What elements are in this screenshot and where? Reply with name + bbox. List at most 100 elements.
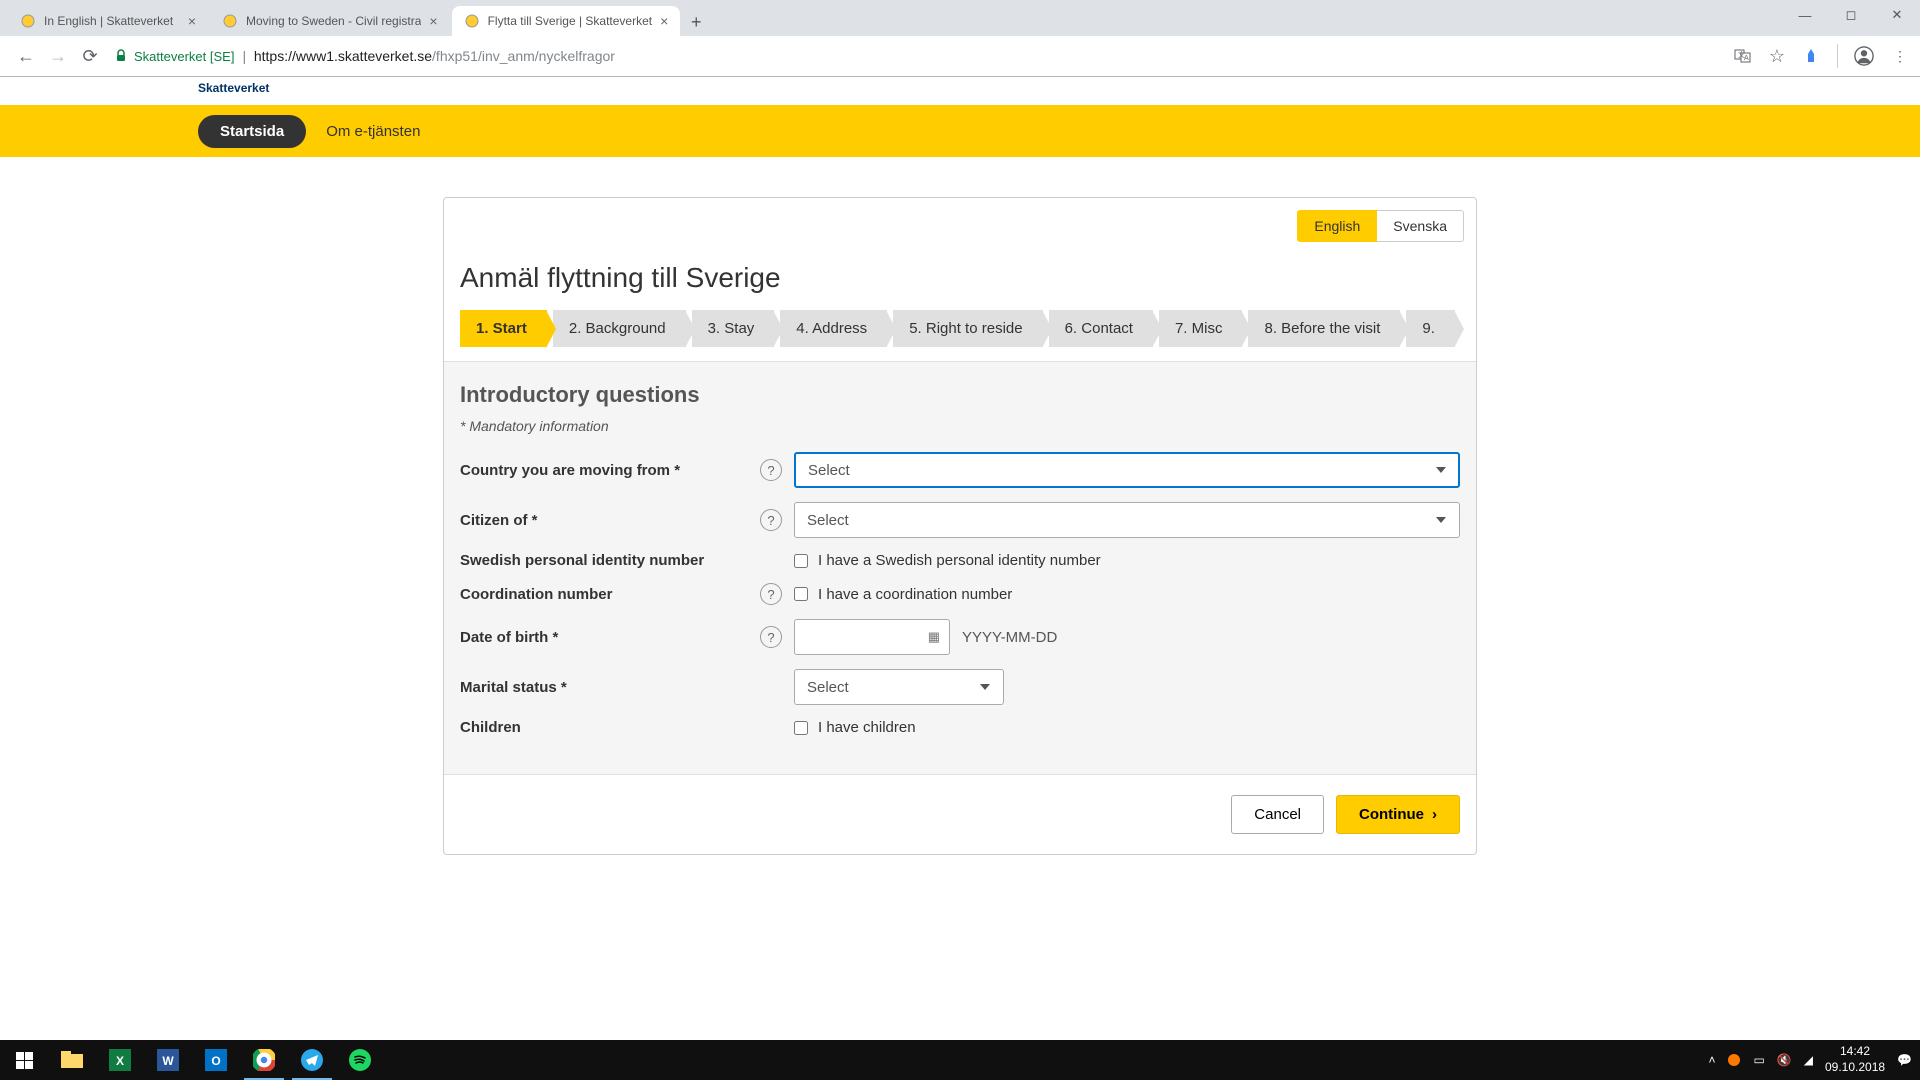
cancel-button[interactable]: Cancel [1231,795,1324,834]
coord-checkbox[interactable] [794,587,808,601]
step-5-right-to-reside[interactable]: 5. Right to reside [893,310,1042,347]
section-title: Introductory questions [460,382,1460,408]
extension-icon[interactable] [1801,46,1821,66]
continue-button[interactable]: Continue› [1336,795,1460,834]
browser-tab-1[interactable]: Moving to Sweden - Civil registra × [210,6,450,36]
taskbar: X W O ˄ ▭ 🔇 ◢ 14:42 09.10.2018 💬 [0,1040,1920,1080]
taskbar-chrome[interactable] [240,1040,288,1080]
taskbar-word[interactable]: W [144,1040,192,1080]
step-6-contact[interactable]: 6. Contact [1049,310,1153,347]
chevron-right-icon: › [1432,806,1437,823]
step-4-address[interactable]: 4. Address [780,310,887,347]
start-button[interactable] [0,1040,48,1080]
close-window-button[interactable]: ✕ [1874,0,1920,30]
close-icon[interactable]: × [429,13,437,29]
svg-text:X: X [116,1054,124,1068]
help-icon[interactable]: ? [760,583,782,605]
page-title: Anmäl flyttning till Sverige [444,254,1476,310]
url-text[interactable]: | https://www1.skatteverket.se/fhxp51/in… [242,48,614,64]
browser-tab-0[interactable]: In English | Skatteverket × [8,6,208,36]
minimize-button[interactable]: — [1782,0,1828,30]
marital-select[interactable]: Select [794,669,1004,705]
svg-text:A: A [1744,55,1749,62]
marital-label: Marital status * [460,679,760,696]
window-controls: — ◻ ✕ [1782,0,1920,30]
secure-badge[interactable]: Skatteverket [SE] [114,49,234,64]
taskbar-telegram[interactable] [288,1040,336,1080]
menu-icon[interactable]: ⋮ [1890,46,1910,66]
tray-volume-icon[interactable]: 🔇 [1777,1053,1792,1067]
taskbar-spotify[interactable] [336,1040,384,1080]
tray-chevron-up-icon[interactable]: ˄ [1708,1053,1715,1067]
profile-icon[interactable] [1854,46,1874,66]
tray-wifi-icon[interactable]: ◢ [1804,1053,1813,1067]
windows-icon [16,1052,33,1069]
dob-input[interactable] [794,619,950,655]
children-label: Children [460,719,760,736]
tab-title: Moving to Sweden - Civil registra [246,14,421,28]
forward-button[interactable]: → [42,40,74,72]
maximize-button[interactable]: ◻ [1828,0,1874,30]
citizen-select[interactable]: Select [794,502,1460,538]
page-viewport[interactable]: Skatteverket Startsida Om e-tjänsten Eng… [0,77,1920,1041]
svg-text:W: W [162,1054,174,1068]
coord-check-label[interactable]: I have a coordination number [818,586,1012,603]
form-area: Introductory questions * Mandatory infor… [444,361,1476,774]
favicon-icon [20,13,36,29]
browser-chrome: In English | Skatteverket × Moving to Sw… [0,0,1920,77]
taskbar-file-explorer[interactable] [48,1040,96,1080]
bookmark-icon[interactable]: ☆ [1769,46,1785,67]
svg-text:O: O [211,1054,220,1068]
pin-label: Swedish personal identity number [460,552,760,569]
citizen-label: Citizen of * [460,512,760,529]
children-check-label[interactable]: I have children [818,719,916,736]
country-select[interactable]: Select [794,452,1460,488]
close-icon[interactable]: × [188,13,196,29]
field-citizen: Citizen of * ? Select [460,502,1460,538]
logo: Skatteverket [0,77,1920,95]
tray-avast-icon[interactable] [1727,1053,1741,1067]
system-tray: ˄ ▭ 🔇 ◢ 14:42 09.10.2018 💬 [1708,1044,1920,1075]
mandatory-note: * Mandatory information [460,418,1460,434]
tab-title: In English | Skatteverket [44,14,180,28]
help-icon[interactable]: ? [760,459,782,481]
browser-tab-2[interactable]: Flytta till Sverige | Skatteverket × [452,6,681,36]
step-2-background[interactable]: 2. Background [553,310,686,347]
coord-label: Coordination number [460,586,760,603]
tray-battery-icon[interactable]: ▭ [1753,1053,1764,1067]
reload-button[interactable]: ⟳ [74,40,106,72]
taskbar-outlook[interactable]: O [192,1040,240,1080]
taskbar-excel[interactable]: X [96,1040,144,1080]
tray-notification-icon[interactable]: 💬 [1897,1053,1912,1067]
lang-english-button[interactable]: English [1297,210,1377,242]
close-icon[interactable]: × [660,13,668,29]
new-tab-button[interactable]: + [682,8,710,36]
content-panel: English Svenska Anmäl flyttning till Sve… [443,197,1477,855]
help-icon[interactable]: ? [760,509,782,531]
step-7-misc[interactable]: 7. Misc [1159,310,1243,347]
nav-om-etjansten[interactable]: Om e-tjänsten [326,123,420,140]
back-button[interactable]: ← [10,40,42,72]
pin-checkbox[interactable] [794,554,808,568]
step-1-start[interactable]: 1. Start [460,310,547,347]
children-checkbox[interactable] [794,721,808,735]
step-8-before-visit[interactable]: 8. Before the visit [1248,310,1400,347]
step-9[interactable]: 9. [1406,310,1455,347]
lang-svenska-button[interactable]: Svenska [1377,210,1464,242]
favicon-icon [464,13,480,29]
help-icon[interactable]: ? [760,626,782,648]
tab-title: Flytta till Sverige | Skatteverket [488,14,653,28]
translate-icon[interactable]: 文A [1733,46,1753,66]
nav-startsida[interactable]: Startsida [198,115,306,148]
field-dob: Date of birth * ? ▦ YYYY-MM-DD [460,619,1460,655]
step-3-stay[interactable]: 3. Stay [692,310,775,347]
tabs-bar: In English | Skatteverket × Moving to Sw… [0,0,1920,36]
address-bar: ← → ⟳ Skatteverket [SE] | https://www1.s… [0,36,1920,76]
favicon-icon [222,13,238,29]
secure-label: Skatteverket [SE] [134,49,234,64]
dob-hint: YYYY-MM-DD [962,629,1057,646]
tray-clock[interactable]: 14:42 09.10.2018 [1825,1044,1885,1075]
field-children: Children I have children [460,719,1460,736]
lock-icon [114,49,128,63]
pin-check-label[interactable]: I have a Swedish personal identity numbe… [818,552,1101,569]
